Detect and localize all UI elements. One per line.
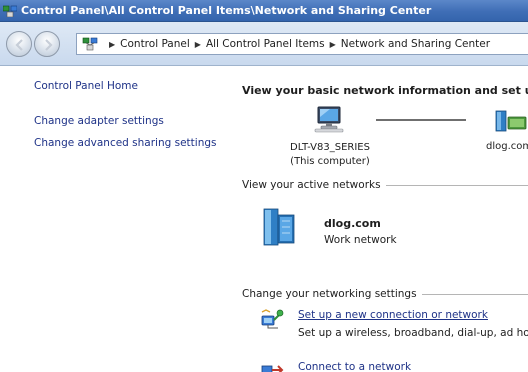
setup-connection-description: Set up a wireless, broadband, dial-up, a… — [298, 327, 528, 339]
address-bar: ▶ Control Panel ▶ All Control Panel Item… — [0, 22, 528, 66]
breadcrumb-item[interactable]: Control Panel — [120, 38, 190, 50]
change-advanced-sharing-link[interactable]: Change advanced sharing settings — [34, 137, 217, 149]
chevron-right-icon[interactable]: ▶ — [195, 40, 201, 49]
domain-network-icon — [262, 207, 296, 247]
control-panel-home-link[interactable]: Control Panel Home — [34, 80, 138, 92]
change-adapter-settings-link[interactable]: Change adapter settings — [34, 115, 164, 127]
setup-connection-icon[interactable] — [260, 308, 284, 330]
section-rule — [421, 293, 528, 295]
computer-subtitle: (This computer) — [290, 156, 370, 167]
network-connection-line — [376, 119, 466, 121]
change-settings-section: Change your networking settings — [242, 288, 528, 300]
forward-button[interactable] — [34, 31, 60, 57]
title-bar: Control Panel\All Control Panel Items\Ne… — [0, 0, 528, 22]
breadcrumb-item[interactable]: Network and Sharing Center — [341, 38, 490, 50]
computer-name: DLT-V83_SERIES — [290, 142, 370, 153]
computer-icon[interactable] — [314, 105, 344, 133]
forward-arrow-icon — [45, 39, 53, 51]
active-network-type[interactable]: Work network — [324, 234, 397, 246]
page-heading: View your basic network information and … — [242, 84, 528, 97]
chevron-right-icon[interactable]: ▶ — [109, 40, 115, 49]
active-network-name: dlog.com — [324, 217, 381, 230]
section-rule — [385, 184, 528, 186]
active-networks-section: View your active networks — [242, 179, 528, 191]
back-button[interactable] — [6, 31, 32, 57]
active-networks-label: View your active networks — [242, 179, 381, 191]
setup-connection-link[interactable]: Set up a new connection or network — [298, 309, 488, 321]
computer-label: DLT-V83_SERIES (This computer) — [280, 141, 380, 169]
change-settings-label: Change your networking settings — [242, 288, 417, 300]
breadcrumb[interactable]: ▶ Control Panel ▶ All Control Panel Item… — [76, 33, 528, 55]
chevron-right-icon[interactable]: ▶ — [330, 40, 336, 49]
connect-network-link[interactable]: Connect to a network — [298, 361, 411, 372]
network-map-domain[interactable]: dlog.com — [486, 141, 528, 152]
task-pane: Control Panel Home Change adapter settin… — [0, 67, 236, 372]
window-title: Control Panel\All Control Panel Items\Ne… — [21, 4, 432, 17]
connect-network-icon[interactable] — [260, 360, 284, 372]
back-arrow-icon — [15, 39, 23, 51]
domain-network-icon[interactable] — [494, 107, 528, 133]
network-sharing-icon — [2, 5, 18, 17]
main-pane: View your basic network information and … — [236, 67, 528, 372]
breadcrumb-item[interactable]: All Control Panel Items — [206, 38, 325, 50]
network-sharing-icon — [82, 37, 98, 51]
